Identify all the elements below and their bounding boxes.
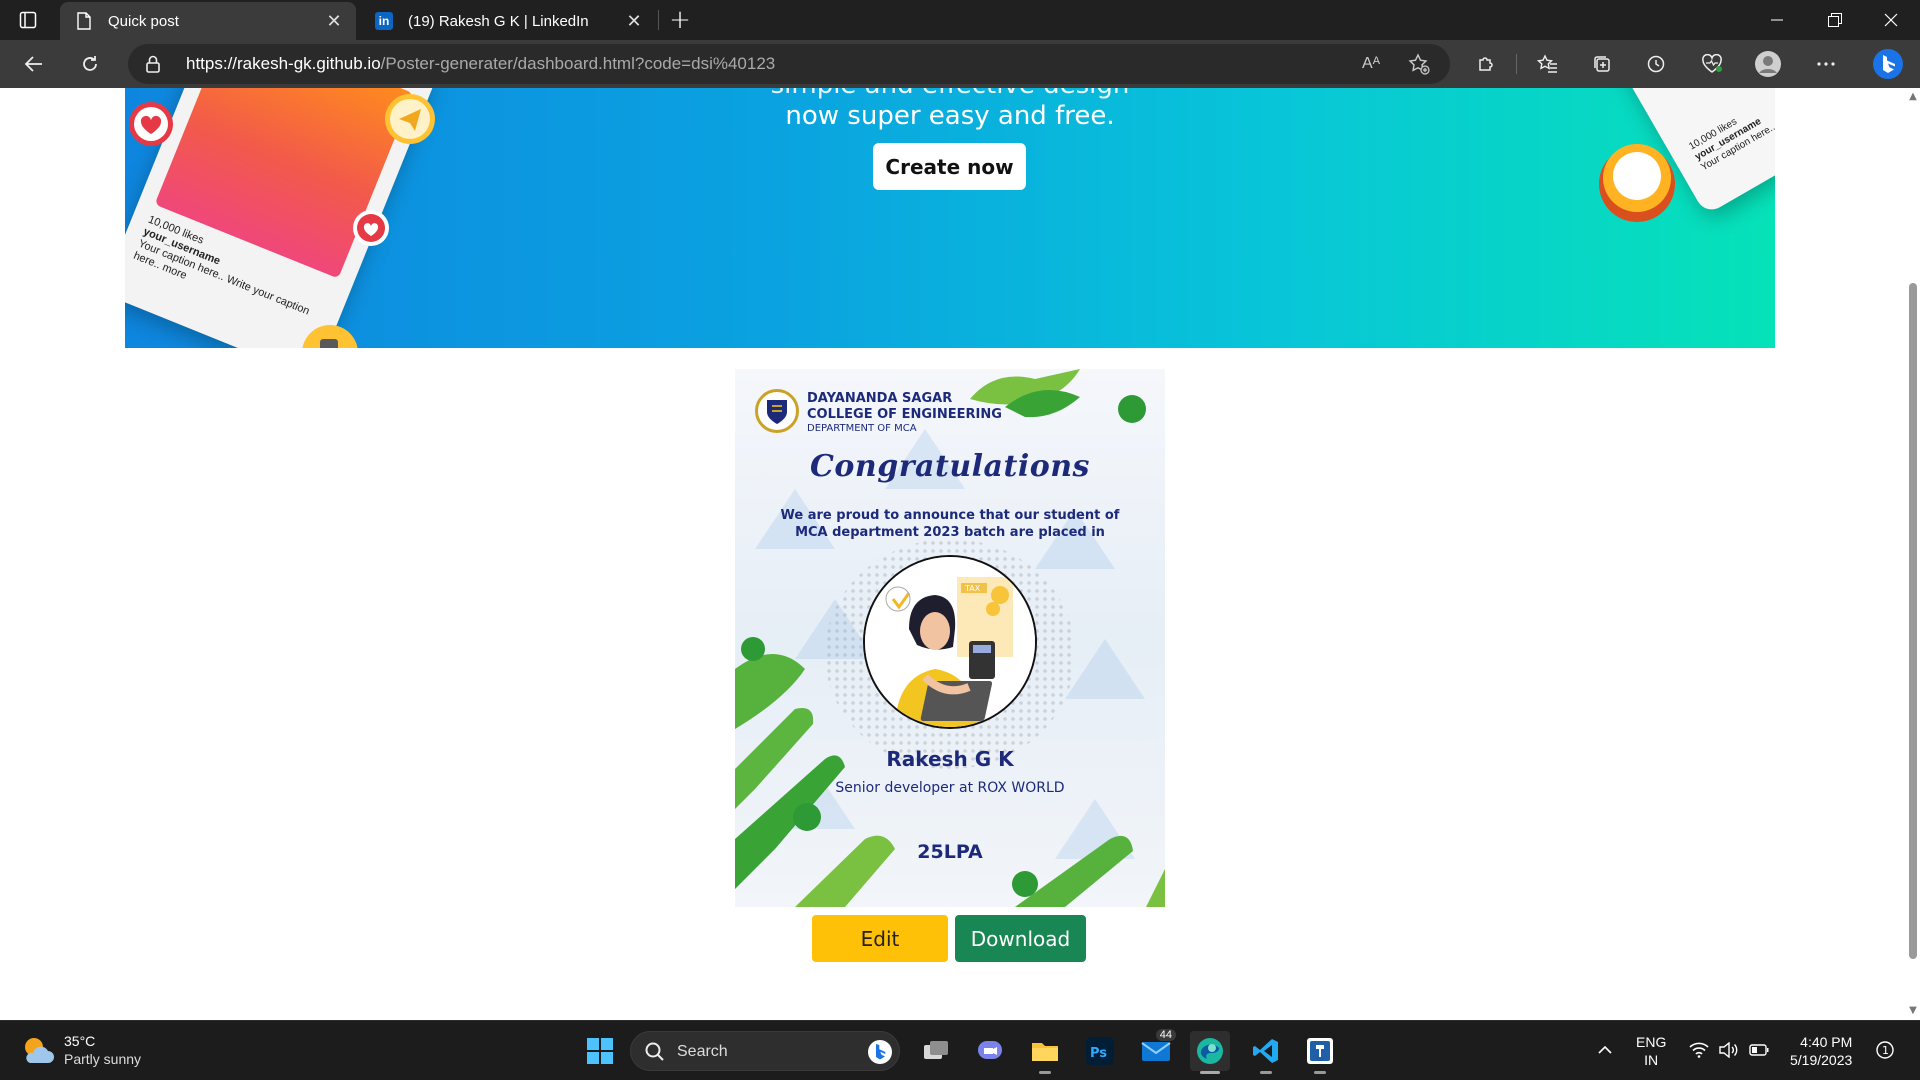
chat-teams-icon[interactable] [970, 1031, 1010, 1071]
add-favorite-icon[interactable] [1404, 50, 1434, 78]
hero-banner: 10,000 likes your_username Your caption … [125, 88, 1775, 348]
region-code: IN [1644, 1052, 1659, 1068]
scroll-down-icon[interactable]: ▼ [1908, 1006, 1918, 1016]
chat-bubble-icon [1595, 138, 1679, 226]
address-bar[interactable]: https://rakesh-gk.github.io/Poster-gener… [128, 44, 1450, 84]
url-text[interactable]: https://rakesh-gk.github.io/Poster-gener… [186, 54, 775, 74]
mail-icon[interactable]: 44 [1136, 1029, 1176, 1071]
collections-icon[interactable] [1586, 48, 1618, 80]
clock-time: 4:40 PM [1800, 1034, 1853, 1050]
tab-actions-icon[interactable] [16, 8, 40, 32]
college-logo [755, 389, 799, 433]
student-name: Rakesh G K [886, 747, 1014, 771]
tab-quick-post[interactable]: Quick post ✕ [60, 2, 356, 40]
announcement-text: We are proud to announce that our studen… [780, 508, 1120, 540]
task-view-icon[interactable] [916, 1031, 956, 1071]
file-explorer-icon[interactable] [1025, 1031, 1065, 1074]
toolbar-divider [1516, 54, 1517, 74]
url-host: https://rakesh-gk.github.io [186, 54, 381, 73]
page-icon [74, 11, 94, 31]
taskbar-search-box[interactable]: Search [630, 1031, 900, 1071]
language-code: ENG [1636, 1034, 1667, 1050]
edit-button[interactable]: Edit [812, 915, 948, 962]
browser-tab-bar: Quick post ✕ in (19) Rakesh G K | Linked… [0, 0, 1920, 40]
notification-icon[interactable]: 1 [1874, 1039, 1896, 1061]
tab-title: (19) Rakesh G K | LinkedIn [408, 12, 589, 30]
battery-icon[interactable] [1748, 1039, 1770, 1061]
student-photo: TAX [863, 555, 1037, 729]
url-path: /Poster-generater/dashboard.html?code=ds… [380, 54, 776, 73]
chevron-up-icon[interactable] [1594, 1039, 1616, 1061]
lock-icon[interactable] [146, 55, 160, 77]
vscode-icon[interactable] [1246, 1031, 1286, 1074]
bubble-partial-icon [300, 323, 360, 348]
close-window-button[interactable] [1862, 0, 1920, 40]
tab-linkedin[interactable]: in (19) Rakesh G K | LinkedIn ✕ [360, 2, 656, 40]
placement-poster: DAYANANDA SAGAR COLLEGE OF ENGINEERING D… [735, 369, 1165, 907]
student-role: Senior developer at ROX WORLD [835, 780, 1065, 796]
history-icon[interactable] [1640, 48, 1672, 80]
salary-package: 25LPA [917, 841, 983, 863]
refresh-button[interactable] [74, 48, 106, 80]
scroll-thumb[interactable] [1909, 283, 1917, 959]
new-tab-button[interactable]: + [664, 4, 696, 36]
wifi-icon[interactable] [1688, 1039, 1710, 1061]
weather-temperature: 35°C [64, 1033, 96, 1049]
tagline-line-1: simple and effective design [125, 88, 1775, 100]
mail-badge: 44 [1155, 1029, 1176, 1041]
scroll-up-icon[interactable]: ▲ [1908, 92, 1918, 102]
edge-browser-icon[interactable] [1190, 1031, 1230, 1074]
svg-text:Ps: Ps [1090, 1046, 1107, 1061]
close-tab-icon[interactable]: ✕ [620, 7, 648, 35]
department-name: DEPARTMENT OF MCA [807, 423, 917, 434]
extensions-icon[interactable] [1470, 48, 1502, 80]
browser-toolbar: https://rakesh-gk.github.io/Poster-gener… [0, 40, 1920, 88]
browser-essentials-icon[interactable] [1696, 48, 1728, 80]
linkedin-icon: in [374, 11, 394, 31]
notification-count: 1 [1882, 1044, 1889, 1057]
more-options-icon[interactable] [1810, 48, 1842, 80]
back-button[interactable] [18, 48, 50, 80]
restore-button[interactable] [1806, 0, 1864, 40]
search-placeholder: Search [677, 1043, 728, 1060]
congratulations-heading: Congratulations [810, 449, 1090, 484]
tax-tag: TAX [964, 584, 981, 593]
minimize-button[interactable] [1748, 0, 1806, 40]
read-aloud-icon[interactable]: Aᴬ [1356, 50, 1386, 78]
download-button[interactable]: Download [955, 915, 1086, 962]
windows-taskbar: 35°C Partly sunny Search Ps 44 ENG IN 4:… [0, 1020, 1920, 1080]
tab-title: Quick post [108, 12, 179, 30]
close-tab-icon[interactable]: ✕ [320, 7, 348, 35]
weather-widget[interactable]: 35°C Partly sunny [20, 1031, 180, 1071]
profile-avatar[interactable] [1752, 48, 1784, 80]
bing-chat-icon[interactable] [1868, 42, 1908, 86]
page-scrollbar[interactable]: ▲ ▼ [1906, 88, 1920, 1020]
language-indicator[interactable]: ENG IN [1636, 1033, 1666, 1069]
bing-icon [867, 1039, 893, 1069]
clock-date: 5/19/2023 [1790, 1052, 1853, 1068]
volume-icon[interactable] [1718, 1039, 1740, 1061]
search-icon [645, 1042, 665, 1066]
weather-description: Partly sunny [64, 1051, 142, 1067]
app-window-icon[interactable] [1300, 1031, 1340, 1074]
photoshop-icon[interactable]: Ps [1080, 1031, 1120, 1071]
page-viewport: 10,000 likes your_username Your caption … [0, 88, 1906, 1020]
college-name-line2: COLLEGE OF ENGINEERING [807, 407, 1002, 422]
start-button[interactable] [580, 1031, 620, 1071]
clock[interactable]: 4:40 PM 5/19/2023 [1790, 1033, 1852, 1069]
tab-divider [658, 10, 659, 30]
tagline-line-2: now super easy and free. [785, 101, 1115, 131]
college-name-line1: DAYANANDA SAGAR [807, 391, 953, 406]
heart-badge-icon [351, 208, 391, 252]
create-now-button[interactable]: Create now [873, 143, 1026, 190]
partly-sunny-icon [20, 1035, 54, 1069]
favorites-icon[interactable] [1532, 48, 1564, 80]
